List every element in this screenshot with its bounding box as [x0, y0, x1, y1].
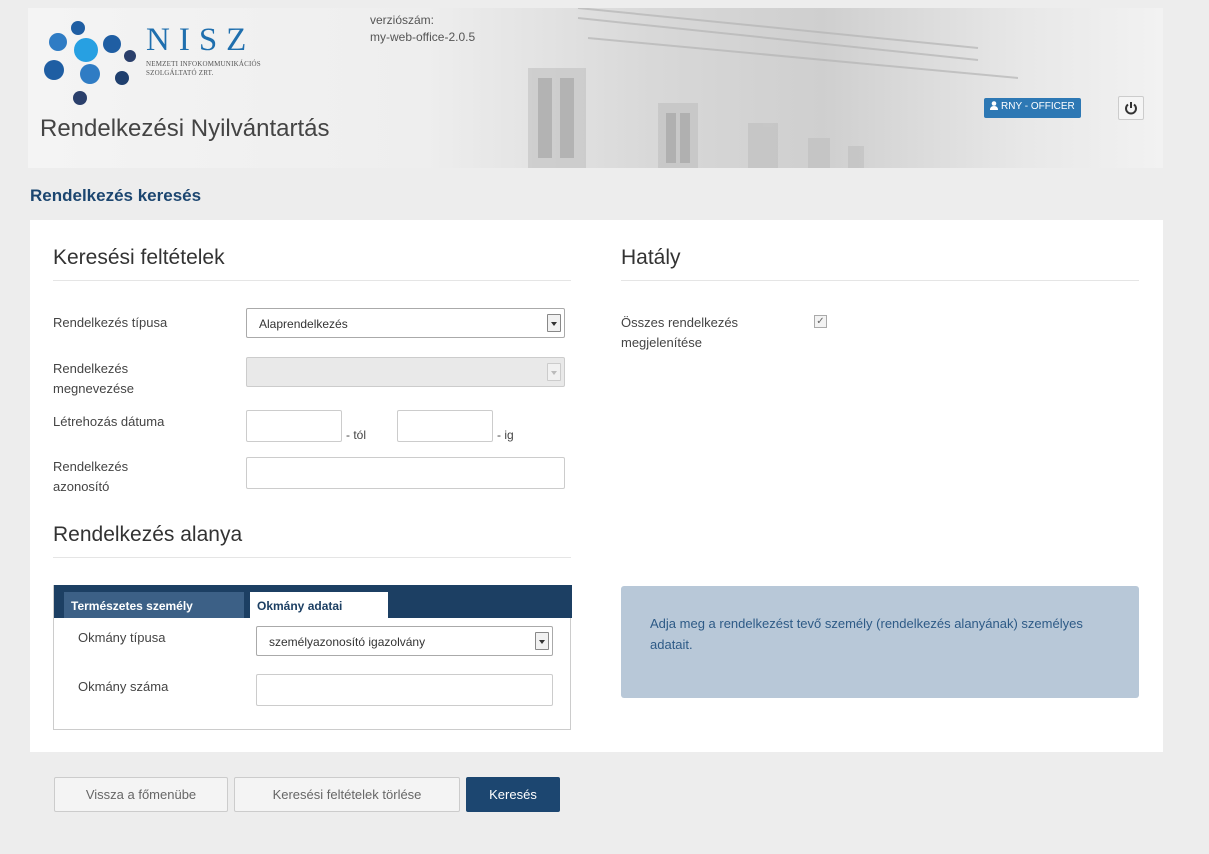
- user-button[interactable]: RNY - OFFICER: [984, 98, 1081, 118]
- search-panel: Keresési feltételek Rendelkezés típusa A…: [30, 220, 1163, 752]
- version-info: verziószám: my-web-office-2.0.5: [370, 12, 475, 46]
- logo-wordmark: NISZ: [146, 22, 256, 58]
- id-input[interactable]: [246, 457, 565, 489]
- power-icon: [1125, 102, 1137, 115]
- show-all-label: Összes rendelkezés megjelenítése: [621, 315, 739, 350]
- version-value: my-web-office-2.0.5: [370, 30, 476, 44]
- date-label: Létrehozás dátuma: [53, 414, 165, 429]
- tab-bar: Természetes személy Okmány adatai: [54, 585, 572, 618]
- clear-button[interactable]: Keresési feltételek törlése: [234, 777, 460, 812]
- logout-button[interactable]: [1118, 96, 1144, 120]
- show-all-checkbox[interactable]: ✓: [814, 315, 827, 328]
- app-title: Rendelkezési Nyilvántartás: [40, 115, 330, 142]
- tab-document-data[interactable]: Okmány adatai: [250, 592, 388, 618]
- chevron-down-icon: [535, 632, 549, 650]
- scope-heading: Hatály: [621, 246, 1139, 281]
- page-title: Rendelkezés keresés: [30, 186, 202, 205]
- date-to-input[interactable]: [397, 410, 493, 442]
- user-button-label: RNY - OFFICER: [1001, 101, 1075, 112]
- app-header: NISZ NEMZETI INFOKOMMUNIKÁCIÓS SZOLGÁLTA…: [28, 8, 1163, 168]
- doc-type-select[interactable]: személyazonosító igazolvány: [256, 626, 553, 656]
- id-label: Rendelkezés azonosító: [53, 459, 129, 494]
- nisz-logo-icon: [44, 21, 136, 105]
- type-label: Rendelkezés típusa: [53, 315, 168, 330]
- doc-type-label: Okmány típusa: [78, 630, 166, 645]
- doc-number-input[interactable]: [256, 674, 553, 706]
- type-select-value: Alaprendelkezés: [259, 317, 348, 331]
- logo-subtitle: NEMZETI INFOKOMMUNIKÁCIÓS SZOLGÁLTATÓ ZR…: [146, 60, 261, 77]
- doc-type-select-value: személyazonosító igazolvány: [269, 635, 426, 649]
- tab-natural-person[interactable]: Természetes személy: [64, 592, 244, 618]
- date-from-input[interactable]: [246, 410, 342, 442]
- version-label: verziószám:: [370, 13, 435, 27]
- type-select[interactable]: Alaprendelkezés: [246, 308, 565, 338]
- doc-number-label: Okmány száma: [78, 679, 169, 694]
- back-button[interactable]: Vissza a főmenübe: [54, 777, 228, 812]
- search-button[interactable]: Keresés: [466, 777, 560, 812]
- subject-tabs: Természetes személy Okmány adatai Okmány…: [53, 585, 572, 730]
- search-criteria-heading: Keresési feltételek: [53, 246, 571, 281]
- user-icon: [990, 101, 998, 110]
- info-box: Adja meg a rendelkezést tevő személy (re…: [621, 586, 1139, 698]
- chevron-down-icon: [547, 363, 561, 381]
- name-label: Rendelkezés megnevezése: [53, 361, 134, 396]
- date-from-suffix: - tól: [346, 428, 367, 442]
- date-to-suffix: - ig: [497, 428, 514, 442]
- chevron-down-icon: [547, 314, 561, 332]
- name-select: [246, 357, 565, 387]
- subject-heading: Rendelkezés alanya: [53, 523, 571, 558]
- building-background-image: [528, 8, 1018, 168]
